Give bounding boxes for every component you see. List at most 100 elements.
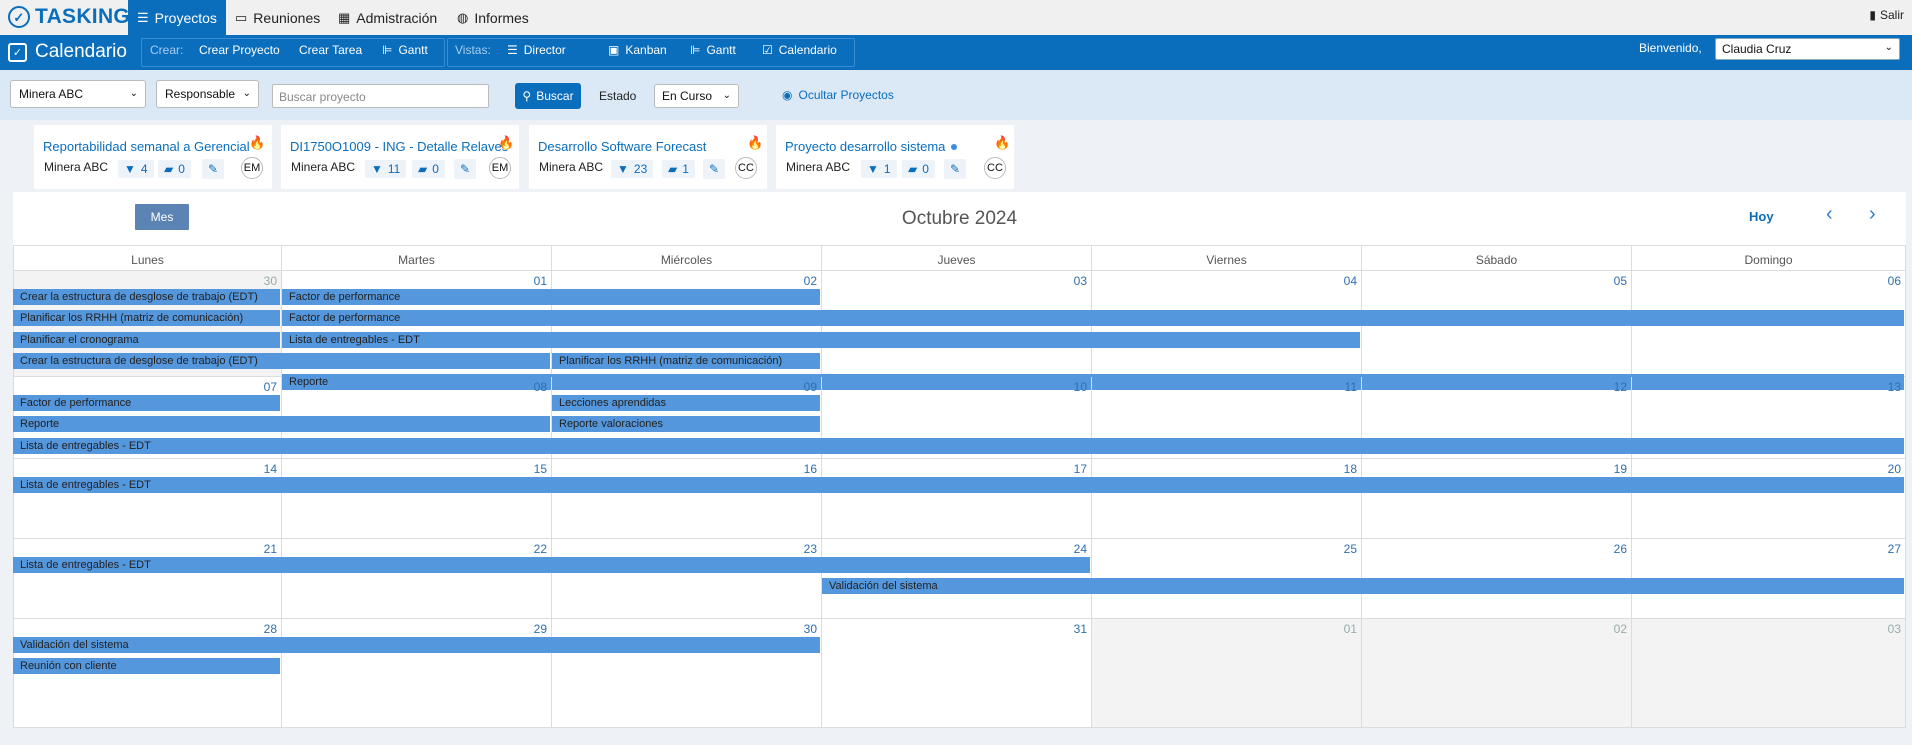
day-number[interactable]: 26 bbox=[1614, 542, 1627, 556]
calendar-event[interactable]: Validación del sistema bbox=[822, 578, 1904, 595]
edit-icon[interactable]: ✎ bbox=[944, 159, 966, 179]
day-cell[interactable]: 23 bbox=[552, 539, 822, 619]
crear-tarea-button[interactable]: Crear Tarea bbox=[299, 43, 362, 57]
gantt-view-button[interactable]: ⊫ Gantt bbox=[690, 43, 736, 57]
day-number[interactable]: 06 bbox=[1888, 274, 1901, 288]
day-number[interactable]: 03 bbox=[1888, 622, 1901, 636]
search-button[interactable]: ⚲ Buscar bbox=[515, 83, 581, 109]
day-number[interactable]: 20 bbox=[1888, 462, 1901, 476]
comments-badge[interactable]: ▰ 0 bbox=[158, 160, 191, 178]
calendar-event[interactable]: Validación del sistema bbox=[13, 637, 820, 653]
company-select[interactable]: Minera ABC ⌄ bbox=[10, 80, 146, 108]
day-number[interactable]: 22 bbox=[534, 542, 547, 556]
estado-select[interactable]: En Curso ⌄ bbox=[654, 84, 739, 108]
kanban-view-button[interactable]: ▣ Kanban bbox=[608, 43, 667, 57]
calendar-event[interactable]: Factor de performance bbox=[13, 395, 280, 411]
day-number[interactable]: 18 bbox=[1344, 462, 1357, 476]
calendar-event[interactable]: Planificar el cronograma bbox=[13, 331, 280, 348]
tab-admistracion[interactable]: ▦ Admistración bbox=[329, 0, 446, 35]
day-number[interactable]: 08 bbox=[534, 380, 547, 394]
calendar-event[interactable]: Factor de performance bbox=[282, 310, 1904, 327]
day-number[interactable]: 25 bbox=[1344, 542, 1357, 556]
brand-logo[interactable]: ✓ TASKING bbox=[8, 5, 130, 29]
tasks-badge[interactable]: ▼ 1 bbox=[861, 160, 897, 178]
project-card[interactable]: Reportabilidad semanal a Gerencial 🔥 Min… bbox=[34, 125, 272, 189]
gantt-create-button[interactable]: ⊫ Gantt bbox=[382, 43, 428, 57]
calendar-event[interactable]: Lecciones aprendidas bbox=[552, 395, 820, 411]
comments-badge[interactable]: ▰ 0 bbox=[412, 160, 445, 178]
day-number[interactable]: 13 bbox=[1888, 380, 1901, 394]
calendar-event[interactable]: Factor de performance bbox=[282, 289, 820, 305]
calendar-event[interactable]: Reporte valoraciones bbox=[552, 416, 820, 433]
day-cell[interactable]: 19 bbox=[1362, 459, 1632, 539]
calendar-event[interactable]: Lista de entregables - EDT bbox=[13, 437, 1904, 454]
project-card[interactable]: Desarrollo Software Forecast 🔥 Minera AB… bbox=[529, 125, 767, 189]
calendar-event[interactable]: Crear la estructura de desglose de traba… bbox=[13, 352, 550, 369]
day-number[interactable]: 03 bbox=[1074, 274, 1087, 288]
crear-proyecto-button[interactable]: Crear Proyecto bbox=[199, 43, 280, 57]
day-number[interactable]: 27 bbox=[1888, 542, 1901, 556]
director-view-button[interactable]: ☰ Director bbox=[507, 43, 566, 57]
day-cell[interactable]: 22 bbox=[282, 539, 552, 619]
project-title[interactable]: Reportabilidad semanal a Gerencial bbox=[43, 139, 250, 154]
day-number[interactable]: 30 bbox=[264, 274, 277, 288]
day-cell[interactable]: 29 bbox=[282, 619, 552, 728]
day-cell[interactable]: 20 bbox=[1632, 459, 1906, 539]
today-button[interactable]: Hoy bbox=[1749, 209, 1774, 224]
tasks-badge[interactable]: ▼ 11 bbox=[365, 160, 407, 178]
day-number[interactable]: 01 bbox=[1344, 622, 1357, 636]
project-card[interactable]: Proyecto desarrollo sistema 🔥 Minera ABC… bbox=[776, 125, 1014, 189]
tasks-badge[interactable]: ▼ 23 bbox=[611, 160, 654, 178]
calendar-event[interactable]: Lista de entregables - EDT bbox=[13, 477, 1904, 493]
day-number[interactable]: 16 bbox=[804, 462, 817, 476]
day-number[interactable]: 07 bbox=[264, 380, 277, 394]
hide-projects-button[interactable]: ◉ Ocultar Proyectos bbox=[782, 88, 894, 102]
day-number[interactable]: 10 bbox=[1074, 380, 1087, 394]
responsable-select[interactable]: Responsable ⌄ bbox=[156, 80, 259, 108]
day-number[interactable]: 30 bbox=[804, 622, 817, 636]
day-number[interactable]: 21 bbox=[264, 542, 277, 556]
calendar-event[interactable]: Crear la estructura de desglose de traba… bbox=[13, 289, 280, 305]
calendar-event[interactable]: Planificar los RRHH (matriz de comunicac… bbox=[13, 310, 280, 327]
day-number[interactable]: 31 bbox=[1074, 622, 1087, 636]
logout-link[interactable]: ▮ Salir bbox=[1869, 8, 1904, 22]
day-number[interactable]: 02 bbox=[1614, 622, 1627, 636]
edit-icon[interactable]: ✎ bbox=[703, 159, 725, 179]
search-input[interactable]: Buscar proyecto bbox=[272, 84, 489, 108]
day-cell[interactable]: 21 bbox=[13, 539, 282, 619]
day-number[interactable]: 29 bbox=[534, 622, 547, 636]
calendario-view-button[interactable]: ☑ Calendario bbox=[762, 43, 837, 57]
tab-proyectos[interactable]: ☰ Proyectos bbox=[128, 0, 226, 35]
day-number[interactable]: 14 bbox=[264, 462, 277, 476]
project-title[interactable]: Proyecto desarrollo sistema bbox=[785, 139, 945, 154]
edit-icon[interactable]: ✎ bbox=[454, 159, 476, 179]
edit-icon[interactable]: ✎ bbox=[202, 159, 224, 179]
day-cell[interactable]: 03 bbox=[1632, 619, 1906, 728]
tasks-badge[interactable]: ▼ 4 bbox=[118, 160, 154, 178]
day-number[interactable]: 23 bbox=[804, 542, 817, 556]
day-number[interactable]: 05 bbox=[1614, 274, 1627, 288]
day-cell[interactable]: 14 bbox=[13, 459, 282, 539]
day-number[interactable]: 17 bbox=[1074, 462, 1087, 476]
calendar-event[interactable]: Planificar los RRHH (matriz de comunicac… bbox=[552, 352, 820, 369]
day-number[interactable]: 15 bbox=[534, 462, 547, 476]
calendar-event[interactable]: Reunión con cliente bbox=[13, 658, 280, 675]
day-number[interactable]: 04 bbox=[1344, 274, 1357, 288]
day-number[interactable]: 12 bbox=[1614, 380, 1627, 394]
comments-badge[interactable]: ▰ 1 bbox=[662, 160, 695, 178]
project-card[interactable]: DI1750O1009 - ING - Detalle Relaves 🔥 Mi… bbox=[281, 125, 519, 189]
day-number[interactable]: 28 bbox=[264, 622, 277, 636]
calendar-event[interactable]: Reporte bbox=[13, 416, 550, 433]
chevron-left-icon[interactable]: ‹ bbox=[1826, 203, 1833, 226]
day-cell[interactable]: 15 bbox=[282, 459, 552, 539]
calendar-event[interactable]: Lista de entregables - EDT bbox=[13, 557, 1090, 573]
day-number[interactable]: 24 bbox=[1074, 542, 1087, 556]
day-number[interactable]: 19 bbox=[1614, 462, 1627, 476]
tab-informes[interactable]: ◍ Informes bbox=[448, 0, 538, 35]
day-number[interactable]: 01 bbox=[534, 274, 547, 288]
day-number[interactable]: 11 bbox=[1345, 380, 1357, 394]
day-cell[interactable]: 01 bbox=[1092, 619, 1362, 728]
tab-reuniones[interactable]: ▭ Reuniones bbox=[226, 0, 329, 35]
day-cell[interactable]: 16 bbox=[552, 459, 822, 539]
user-select[interactable]: Claudia Cruz ⌄ bbox=[1715, 38, 1900, 60]
